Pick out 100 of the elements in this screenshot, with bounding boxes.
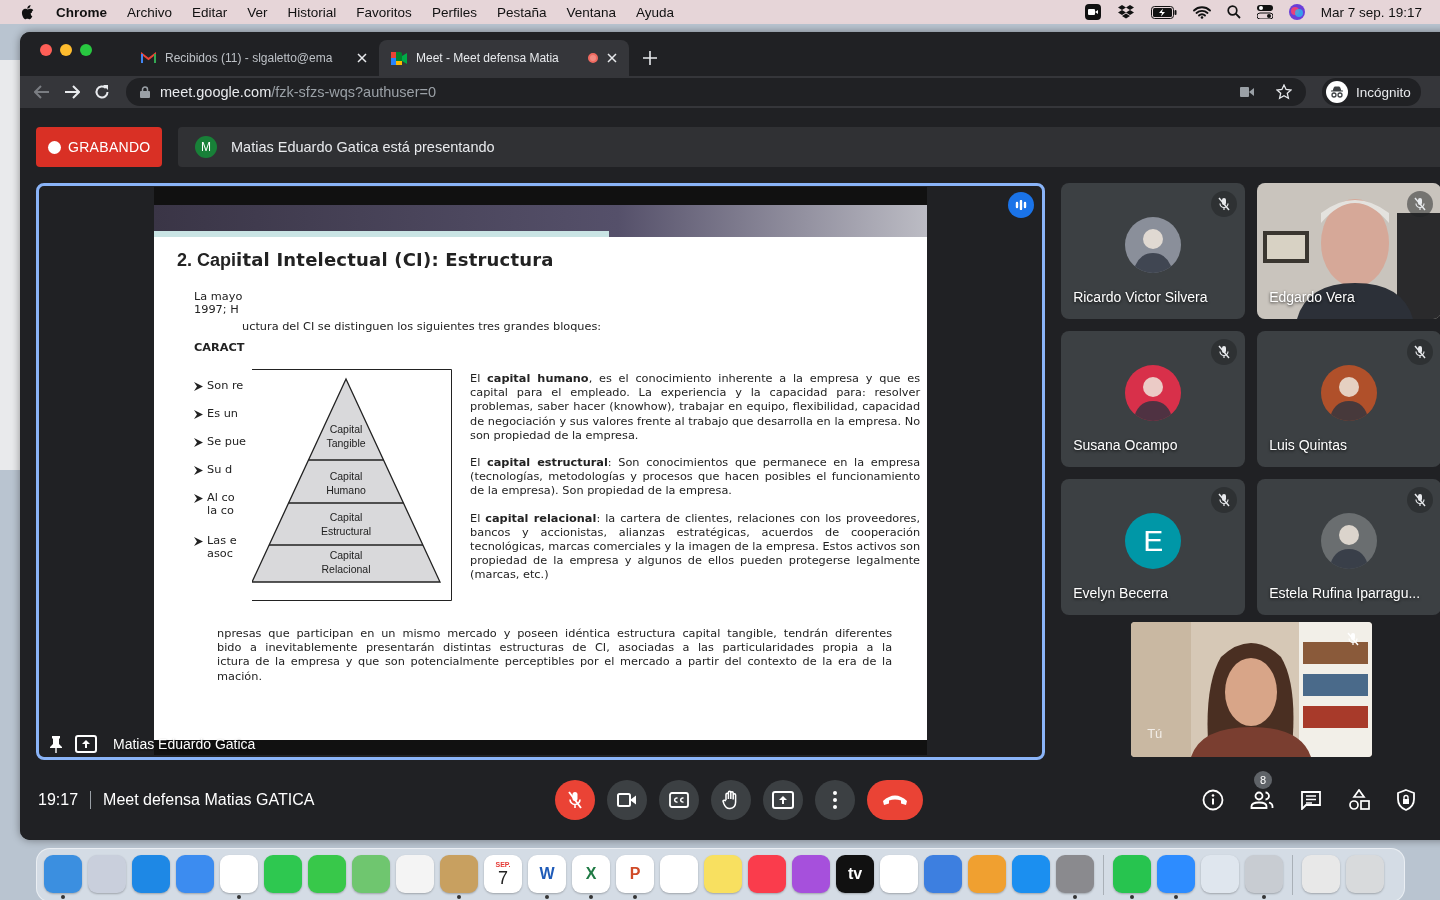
bullet-arrow-icon: [194, 382, 204, 391]
envelope-m-icon: [141, 52, 156, 64]
app-icon[interactable]: [792, 855, 830, 893]
present-screen-icon: [772, 791, 794, 809]
app-icon[interactable]: X: [572, 855, 610, 893]
shield-lock-icon[interactable]: [1396, 789, 1416, 811]
captions-button[interactable]: [659, 780, 699, 820]
pyramid-label: Capital Tangible: [326, 423, 366, 449]
present-button[interactable]: [763, 780, 803, 820]
menu-item[interactable]: Ventana: [566, 4, 616, 20]
close-window-button[interactable]: [40, 44, 52, 56]
pyramid-label: Capital Relacional: [321, 549, 371, 575]
video-camera-icon[interactable]: [1084, 4, 1101, 20]
bullet-text: Al co la co: [207, 491, 235, 517]
slide-text: uctura del CI se distinguen los siguientes tres grandes bloques:: [242, 320, 603, 333]
slide-title: 2. Capi: [177, 250, 237, 271]
pin-icon[interactable]: [49, 735, 63, 753]
app-icon[interactable]: W: [528, 855, 566, 893]
menu-item[interactable]: Editar: [192, 4, 228, 20]
browser-tab[interactable]: Meet - Meet defensa Matia: [379, 40, 629, 76]
more-icon: [833, 791, 837, 809]
phone-icon: [882, 794, 908, 806]
bullet-text: Las e asoc: [207, 534, 237, 560]
forward-arrow-icon[interactable]: [64, 85, 80, 99]
menu-item[interactable]: Chrome: [56, 4, 107, 20]
video-camera-icon: [391, 51, 407, 65]
bullet-arrow-icon: [194, 438, 204, 447]
bullet-arrow-icon: [194, 410, 204, 419]
video-camera-icon: [617, 793, 637, 807]
pyramid-label: Capital Estructural: [320, 511, 372, 537]
menu-item[interactable]: Ayuda: [636, 4, 675, 20]
captions-icon: [669, 792, 689, 808]
people-icon[interactable]: [1250, 791, 1274, 809]
camera-button[interactable]: [607, 780, 647, 820]
app-icon[interactable]: tv: [836, 855, 874, 893]
lock-icon: [140, 86, 150, 98]
participant-name: Estela Rufina Iparragu...: [1269, 585, 1421, 601]
pyramid-label: Capital Humano: [326, 470, 366, 496]
app-icon[interactable]: P: [616, 855, 654, 893]
app-icon[interactable]: [924, 855, 962, 893]
end-call-button[interactable]: [867, 780, 923, 820]
menu-item[interactable]: Perfiles: [431, 4, 477, 20]
recording-indicator: GRABANDO: [36, 127, 162, 167]
slide-title: ital Intelectual (CI): Estructura: [236, 249, 554, 270]
reload-icon[interactable]: [94, 84, 110, 100]
present-screen-icon[interactable]: [75, 735, 97, 753]
close-icon[interactable]: [607, 53, 617, 63]
video-camera-icon[interactable]: [1240, 87, 1254, 97]
apple-logo-icon[interactable]: [21, 4, 34, 20]
profile-button[interactable]: Incógnito: [1322, 78, 1421, 106]
menu-item[interactable]: Ver: [247, 4, 268, 20]
menu-item[interactable]: Historial: [287, 4, 337, 20]
avatar: M: [195, 136, 217, 158]
menu-item[interactable]: Pestaña: [496, 4, 547, 20]
speaking-indicator-icon: [1008, 192, 1035, 218]
meeting-time: 19:17: [38, 791, 79, 809]
close-icon[interactable]: [357, 53, 367, 63]
menu-item[interactable]: Archivo: [127, 4, 173, 20]
bullet-arrow-icon: [194, 494, 204, 503]
back-arrow-icon[interactable]: [34, 85, 50, 99]
slide-text: bido a inevitablemente presentarán distintas estructuras de CI, asociadas a las particularidades propia a la: [217, 641, 893, 656]
raise-hand-button[interactable]: [711, 780, 751, 820]
participant-name: Luis Quintas: [1269, 437, 1347, 453]
bullet-arrow-icon: [194, 466, 204, 475]
slide-paragraph: El capital humano, es el conocimiento inherente a la empresa y que es capital para el empleado. La experiencia y la capacidad para: resolver problemas, saber hacer (knowhow), trabajar en equipo, flexibilidad, capacidad de negociación y sus valores frente al trabajo que desarrolla en la empresa. No son propiedad de la empresa.: [470, 372, 921, 443]
presenting-text: Matias Eduardo Gatica está presentando: [231, 139, 495, 155]
siri-icon[interactable]: [1288, 4, 1305, 20]
zoom-window-button[interactable]: [80, 44, 92, 56]
slide-text: La mayo 1997; H: [194, 290, 244, 316]
participant-name: Susana Ocampo: [1073, 437, 1178, 453]
bullet-text: Son re: [207, 379, 244, 392]
address-field[interactable]: meet.google.com/fzk-sfzs-wqs?authuser=0: [126, 78, 1306, 106]
star-icon[interactable]: [1276, 84, 1292, 100]
avatar: E: [1125, 513, 1182, 569]
browser-tab[interactable]: Recibidos (11) - slgaletto@ema: [129, 40, 379, 76]
clock[interactable]: Mar 7 sep. 19:17: [1320, 4, 1422, 20]
slide-text: ictura de la empresa y que son potencialmente perceptibles por el mercado a partir del contexto de la era de la: [217, 655, 893, 670]
people-count-badge: 8: [1254, 771, 1272, 789]
wifi-icon[interactable]: [1192, 5, 1211, 19]
more-options-button[interactable]: [815, 780, 855, 820]
meeting-title: Meet defensa Matias GATICA: [103, 791, 315, 809]
info-icon[interactable]: [1202, 789, 1224, 811]
menu-item[interactable]: Favoritos: [356, 4, 412, 20]
chat-icon[interactable]: [1300, 790, 1322, 810]
incognito-icon: [1326, 81, 1348, 103]
bullet-text: Su d: [207, 463, 233, 476]
new-tab-icon[interactable]: [643, 51, 657, 65]
bullet-text: Se pue: [207, 435, 247, 448]
microphone-button[interactable]: [555, 780, 595, 820]
dropbox-icon[interactable]: [1116, 4, 1135, 20]
toggle-icon[interactable]: [1256, 5, 1273, 19]
search-icon[interactable]: [1226, 5, 1241, 19]
app-icon[interactable]: [748, 855, 786, 893]
muted-mic-icon: [567, 791, 583, 809]
app-icon[interactable]: [132, 855, 170, 893]
battery-icon[interactable]: [1150, 5, 1177, 19]
shapes-icon[interactable]: [1348, 789, 1370, 811]
url-text: meet.google.com/fzk-sfzs-wqs?authuser=0: [160, 84, 437, 100]
participant-name: Ricardo Victor Silvera: [1073, 289, 1208, 305]
minimize-window-button[interactable]: [60, 44, 72, 56]
